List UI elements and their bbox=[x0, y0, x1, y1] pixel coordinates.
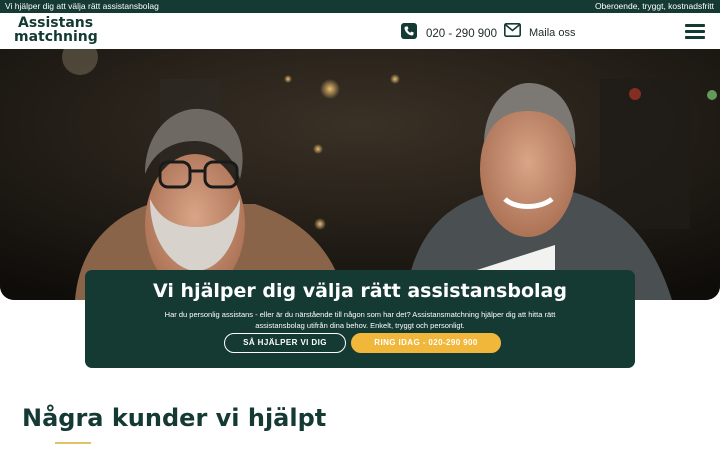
hero-photo bbox=[0, 49, 720, 300]
mail-label: Maila oss bbox=[529, 26, 576, 39]
top-info-bar: Vi hjälper dig att välja rätt assistansb… bbox=[0, 0, 720, 13]
mail-icon bbox=[504, 23, 521, 42]
phone-icon bbox=[401, 23, 417, 44]
logo-line-1: Assistans bbox=[18, 15, 94, 31]
hero-body: Har du personlig assistans - eller är du… bbox=[164, 310, 556, 330]
logo-line-2: matchning bbox=[14, 29, 98, 45]
title-underline bbox=[55, 442, 91, 444]
hero-image bbox=[0, 49, 720, 300]
customers-section-title: Några kunder vi hjälpt bbox=[22, 404, 327, 432]
phone-link[interactable]: 020 - 290 900 bbox=[401, 23, 497, 44]
hamburger-menu-icon[interactable] bbox=[685, 24, 705, 40]
call-today-button[interactable]: RING IDAG - 020-290 900 bbox=[351, 333, 501, 353]
mail-link[interactable]: Maila oss bbox=[504, 23, 575, 42]
phone-number: 020 - 290 900 bbox=[426, 27, 497, 40]
site-header: Assistans matchning 020 - 290 900 Maila … bbox=[0, 13, 720, 49]
hero-card: Vi hjälper dig välja rätt assistansbolag… bbox=[85, 270, 635, 368]
site-logo[interactable]: Assistans matchning bbox=[14, 16, 98, 44]
how-we-help-button[interactable]: SÅ HJÄLPER VI DIG bbox=[224, 333, 346, 353]
topbar-slogan: Oberoende, tryggt, kostnadsfritt bbox=[594, 1, 714, 11]
hero-title: Vi hjälper dig välja rätt assistansbolag bbox=[153, 280, 567, 302]
topbar-tagline: Vi hjälper dig att välja rätt assistansb… bbox=[5, 1, 159, 11]
